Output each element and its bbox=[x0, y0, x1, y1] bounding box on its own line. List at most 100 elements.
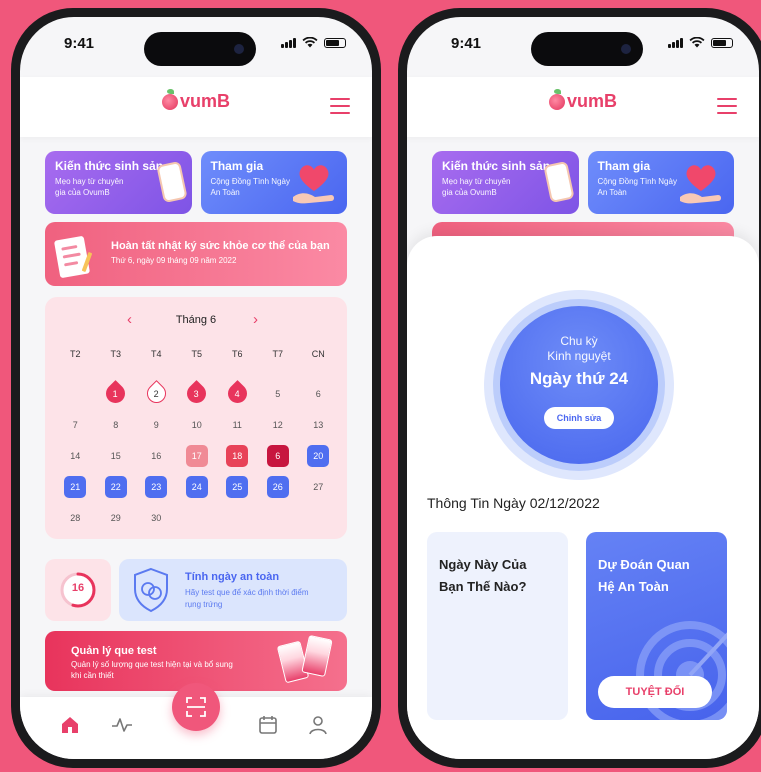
kits-title: Quản lý que test bbox=[71, 645, 157, 657]
promo-join-community[interactable]: Tham gia Cộng Đồng Tình Ngày An Toàn bbox=[200, 151, 347, 214]
scan-icon bbox=[186, 697, 206, 717]
calendar-day[interactable]: 21 bbox=[55, 471, 96, 502]
signal-icon bbox=[668, 37, 683, 48]
clipboard-icon bbox=[54, 236, 93, 278]
day-number: 10 bbox=[191, 419, 202, 430]
day-number: 16 bbox=[151, 450, 162, 461]
promo-join-community[interactable]: Tham gia Cộng Đồng Tình Ngày An Toàn bbox=[587, 151, 734, 214]
calendar-day[interactable]: 22 bbox=[96, 471, 137, 502]
profile-icon[interactable] bbox=[306, 713, 330, 737]
weekday-label: T4 bbox=[150, 349, 162, 359]
health-diary-banner[interactable]: Hoàn tất nhật ký sức khỏe cơ thể của bạn… bbox=[45, 222, 347, 286]
diary-title: Hoàn tất nhật ký sức khỏe cơ thể của bạn bbox=[111, 240, 330, 252]
calendar-day[interactable]: 20 bbox=[298, 440, 339, 471]
calendar-day[interactable]: 6 bbox=[298, 378, 339, 409]
calendar-day[interactable]: 10 bbox=[177, 409, 218, 440]
hamburger-icon[interactable] bbox=[717, 98, 737, 114]
weekday-label: T3 bbox=[110, 349, 121, 359]
weekday-label: T6 bbox=[231, 349, 243, 359]
ovumb-logo: vumB bbox=[161, 88, 231, 112]
calendar-empty-cell bbox=[55, 378, 96, 409]
promo-fertility-knowledge[interactable]: Kiến thức sinh sản Mẹo hay từ chuyên gia… bbox=[45, 151, 192, 214]
cycle-circle: Chu kỳ Kinh nguyệt Ngày thứ 24 Chỉnh sửa bbox=[500, 306, 658, 464]
day-number: 23 bbox=[151, 481, 162, 492]
calendar-day[interactable]: 3 bbox=[177, 378, 218, 409]
home-icon[interactable] bbox=[58, 713, 82, 737]
weekday-label: CN bbox=[311, 349, 325, 359]
day-number: 4 bbox=[234, 388, 240, 399]
safe-day-subtitle: Hãy test que để xác định thời điểm rụng … bbox=[185, 588, 309, 609]
promo-row: Kiến thức sinh sản Mẹo hay từ chuyên gia… bbox=[45, 151, 347, 214]
calendar-day[interactable]: 12 bbox=[258, 409, 299, 440]
calendar-day[interactable]: 23 bbox=[136, 471, 177, 502]
battery-icon bbox=[324, 37, 346, 48]
scan-button[interactable] bbox=[172, 683, 220, 731]
calendar-day[interactable]: 28 bbox=[55, 502, 96, 533]
logo-mark-icon bbox=[548, 88, 565, 110]
calendar-day[interactable]: 9 bbox=[136, 409, 177, 440]
test-kit-banner[interactable]: Quản lý que test Quản lý số lượng que te… bbox=[45, 631, 347, 691]
cycle-bottom-sheet: Chu kỳ Kinh nguyệt Ngày thứ 24 Chỉnh sửa… bbox=[407, 236, 759, 759]
calendar-day[interactable]: 5 bbox=[258, 378, 299, 409]
calendar-day[interactable]: 27 bbox=[298, 471, 339, 502]
calendar-grid: T2 T3 T4 T5 T6 T7 CN 1 2 3 4 5 6 7 8 9 10 11 12 13 14 15 16 17 1… bbox=[55, 347, 339, 533]
promo-fertility-knowledge[interactable]: Kiến thức sinh sản Mẹo hay từ chuyên gia… bbox=[432, 151, 579, 214]
calendar-day[interactable]: 30 bbox=[136, 502, 177, 533]
battery-icon bbox=[711, 37, 733, 48]
signal-icon bbox=[281, 37, 296, 48]
logo-text: vumB bbox=[179, 91, 231, 111]
calendar-day[interactable]: 8 bbox=[96, 409, 137, 440]
weekday-label: T2 bbox=[69, 349, 81, 359]
safe-day-card[interactable]: Tính ngày an toàn Hãy test que để xác đị… bbox=[119, 559, 347, 621]
calendar-day[interactable]: 17 bbox=[177, 440, 218, 471]
calendar-day[interactable]: 4 bbox=[217, 378, 258, 409]
day-number: 25 bbox=[232, 481, 243, 492]
app-header: vumB bbox=[20, 77, 372, 137]
cycle-day: Ngày thứ 24 bbox=[529, 369, 629, 388]
promo-subtitle: Cộng Đồng Tình Ngày An Toàn bbox=[210, 177, 290, 197]
hamburger-icon[interactable] bbox=[330, 98, 350, 114]
calendar-day[interactable]: 15 bbox=[96, 440, 137, 471]
cycle-calendar: ‹ Tháng 6 › T2 T3 T4 T5 T6 T7 CN 1 2 3 4 5 6 7 8 9 10 11 1… bbox=[45, 297, 347, 539]
calendar-day[interactable]: 25 bbox=[217, 471, 258, 502]
calendar-day[interactable]: 26 bbox=[258, 471, 299, 502]
next-month-icon[interactable]: › bbox=[253, 311, 258, 328]
status-icons bbox=[281, 37, 346, 48]
heart-in-hand-icon bbox=[680, 165, 721, 204]
day-number: 12 bbox=[272, 419, 283, 430]
calendar-day[interactable]: 24 bbox=[177, 471, 218, 502]
logo-mark-icon bbox=[161, 88, 178, 110]
status-bar: 9:41 bbox=[407, 17, 759, 67]
shield-icon bbox=[134, 567, 168, 613]
calendar-day[interactable]: 1 bbox=[96, 378, 137, 409]
day-number: 15 bbox=[110, 450, 121, 461]
edit-button[interactable]: Chỉnh sửa bbox=[544, 407, 614, 429]
calendar-icon[interactable] bbox=[256, 713, 280, 737]
cycle-sublabel: Kinh nguyệt bbox=[547, 349, 611, 363]
cycle-day-counter: 16 bbox=[45, 559, 111, 621]
calendar-day[interactable]: 16 bbox=[136, 440, 177, 471]
phone-right: 9:41 vumB Kiến thức sinh sản Mẹo hay từ … bbox=[398, 8, 761, 768]
calendar-day[interactable]: 13 bbox=[298, 409, 339, 440]
calendar-day[interactable]: 11 bbox=[217, 409, 258, 440]
day-number: 2 bbox=[153, 388, 159, 399]
weekday-label: T5 bbox=[191, 349, 202, 359]
dynamic-island bbox=[144, 32, 256, 66]
calendar-day[interactable]: 18 bbox=[217, 440, 258, 471]
calendar-day[interactable]: 2 bbox=[136, 378, 177, 409]
calendar-day[interactable]: 29 bbox=[96, 502, 137, 533]
absolute-button[interactable]: TUYỆT ĐỐI bbox=[598, 676, 712, 708]
calendar-day[interactable]: 6 bbox=[258, 440, 299, 471]
calendar-day[interactable]: 7 bbox=[55, 409, 96, 440]
day-number: 6 bbox=[275, 450, 281, 461]
activity-icon[interactable] bbox=[110, 713, 134, 737]
calendar-day[interactable]: 14 bbox=[55, 440, 96, 471]
how-is-your-day-card[interactable]: Ngày Này Của Bạn Thế Nào? bbox=[427, 532, 568, 720]
test-kit-pack-icon bbox=[301, 634, 333, 678]
safe-prediction-card[interactable]: Dự Đoán Quan Hệ An Toàn TUYỆT ĐỐI bbox=[586, 532, 727, 720]
dynamic-island bbox=[531, 32, 643, 66]
calendar-month: Tháng 6 bbox=[175, 314, 217, 326]
day-number: 28 bbox=[70, 512, 81, 523]
card-title: Ngày Này Của Bạn Thế Nào? bbox=[439, 557, 527, 594]
card-title: Dự Đoán Quan Hệ An Toàn bbox=[598, 557, 690, 594]
